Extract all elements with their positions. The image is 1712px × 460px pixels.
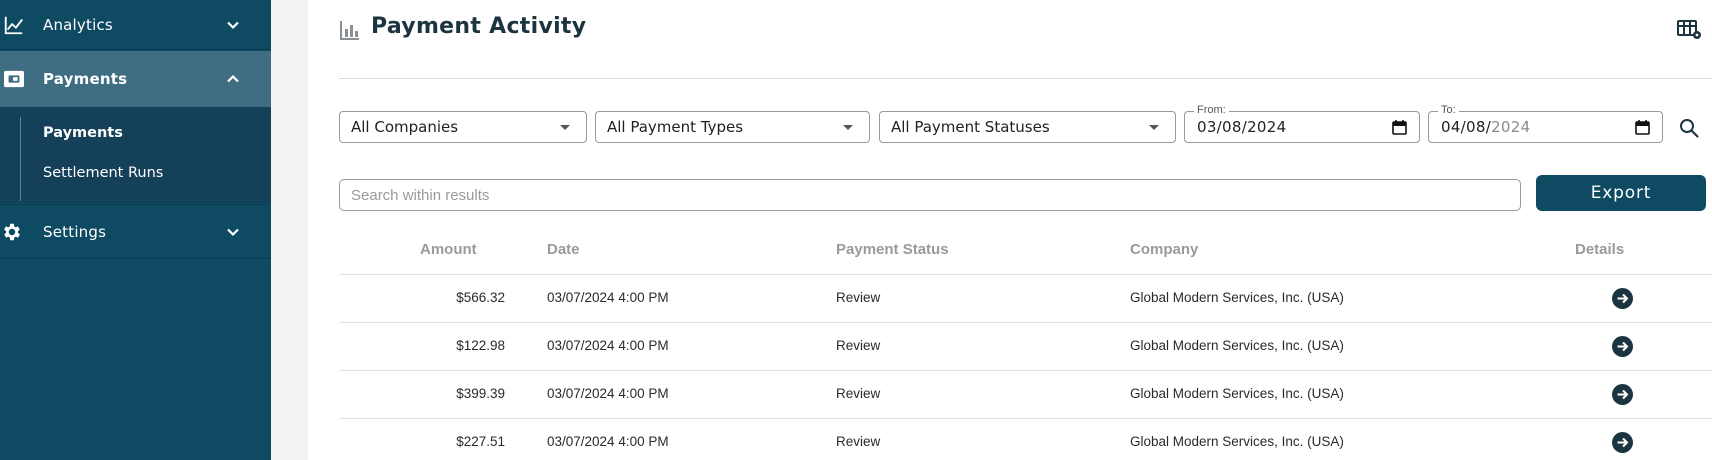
- table-row[interactable]: $122.98 03/07/2024 4:00 PM Review Global…: [339, 323, 1712, 371]
- cell-company: Global Modern Services, Inc. (USA): [1130, 386, 1344, 401]
- arrow-right-circle-icon[interactable]: [1612, 336, 1633, 357]
- gear-icon: [0, 220, 24, 244]
- bar-chart-icon: [340, 20, 360, 40]
- arrow-right-circle-icon[interactable]: [1612, 432, 1633, 453]
- table-row[interactable]: $566.32 03/07/2024 4:00 PM Review Global…: [339, 275, 1712, 323]
- cell-amount: $566.32: [456, 290, 505, 305]
- arrow-right-circle-icon[interactable]: [1612, 384, 1633, 405]
- to-date-input[interactable]: To: 04/08/2024: [1428, 104, 1663, 143]
- arrow-right-circle-icon[interactable]: [1612, 288, 1633, 309]
- cell-date: 03/07/2024 4:00 PM: [547, 434, 669, 449]
- cell-company: Global Modern Services, Inc. (USA): [1130, 338, 1344, 353]
- column-header-payment-status[interactable]: Payment Status: [836, 241, 949, 258]
- cell-company: Global Modern Services, Inc. (USA): [1130, 290, 1344, 305]
- sidebar-item-settings[interactable]: Settings: [0, 204, 271, 259]
- payment-status-select[interactable]: All Payment Statuses: [879, 111, 1176, 143]
- table-row[interactable]: $227.51 03/07/2024 4:00 PM Review Global…: [339, 419, 1712, 460]
- sidebar-item-label: Analytics: [43, 15, 113, 34]
- company-select[interactable]: All Companies: [339, 111, 587, 143]
- export-button[interactable]: Export: [1536, 175, 1706, 211]
- payments-submenu: Payments Settlement Runs: [0, 107, 271, 203]
- sidebar-subitem-payments[interactable]: Payments: [43, 125, 123, 141]
- cell-amount: $227.51: [456, 434, 505, 449]
- page-title: Payment Activity: [371, 14, 587, 39]
- cell-date: 03/07/2024 4:00 PM: [547, 338, 669, 353]
- dropdown-caret-icon: [1149, 125, 1159, 130]
- sidebar-item-label: Settings: [43, 222, 107, 241]
- cell-payment-status: Review: [836, 386, 881, 401]
- sidebar-item-label: Payments: [43, 70, 128, 88]
- chevron-down-icon[interactable]: [224, 16, 242, 34]
- cell-payment-status: Review: [836, 338, 881, 353]
- line-chart-icon: [2, 13, 26, 37]
- content-gutter: [271, 0, 308, 460]
- column-header-amount[interactable]: Amount: [420, 241, 477, 258]
- column-header-details: Details: [1575, 241, 1625, 258]
- sidebar-item-payments[interactable]: Payments: [0, 51, 271, 107]
- chevron-up-icon[interactable]: [224, 70, 242, 88]
- dropdown-caret-icon: [843, 125, 853, 130]
- from-date-input[interactable]: From: 03/08/2024: [1184, 104, 1420, 143]
- cell-amount: $399.39: [456, 386, 505, 401]
- sidebar-subitem-settlement-runs[interactable]: Settlement Runs: [43, 165, 163, 181]
- cell-amount: $122.98: [456, 338, 505, 353]
- from-date-value: 03/08/2024: [1197, 118, 1287, 136]
- payment-type-select[interactable]: All Payment Types: [595, 111, 870, 143]
- to-date-label: To:: [1438, 104, 1459, 116]
- sidebar-item-analytics[interactable]: Analytics: [0, 0, 271, 50]
- to-date-value: 04/08/2024: [1441, 118, 1530, 136]
- cell-company: Global Modern Services, Inc. (USA): [1130, 434, 1344, 449]
- cell-date: 03/07/2024 4:00 PM: [547, 386, 669, 401]
- search-input[interactable]: [339, 179, 1521, 211]
- title-divider: [339, 78, 1712, 79]
- cell-payment-status: Review: [836, 434, 881, 449]
- chevron-down-icon[interactable]: [224, 223, 242, 241]
- payment-type-select-value: All Payment Types: [607, 118, 744, 136]
- wallet-icon: [2, 67, 26, 91]
- payment-status-select-value: All Payment Statuses: [891, 118, 1050, 136]
- submenu-rail: [20, 117, 21, 201]
- company-select-value: All Companies: [351, 118, 459, 136]
- to-date-year: 2024: [1491, 118, 1531, 136]
- table-settings-icon[interactable]: [1677, 18, 1703, 42]
- calendar-icon[interactable]: [1635, 120, 1650, 135]
- column-header-company[interactable]: Company: [1130, 241, 1198, 258]
- dropdown-caret-icon: [560, 125, 570, 130]
- calendar-icon[interactable]: [1392, 120, 1407, 135]
- cell-payment-status: Review: [836, 290, 881, 305]
- main-content: Payment Activity All Companies All Payme…: [308, 0, 1712, 460]
- sidebar: Analytics Payments Payments Settlement R…: [0, 0, 271, 460]
- to-date-month-day: 04/08/: [1441, 118, 1492, 136]
- cell-date: 03/07/2024 4:00 PM: [547, 290, 669, 305]
- from-date-label: From:: [1194, 104, 1229, 116]
- table-row[interactable]: $399.39 03/07/2024 4:00 PM Review Global…: [339, 371, 1712, 419]
- column-header-date[interactable]: Date: [547, 241, 580, 258]
- search-icon[interactable]: [1678, 117, 1700, 139]
- app-root: Analytics Payments Payments Settlement R…: [0, 0, 1712, 460]
